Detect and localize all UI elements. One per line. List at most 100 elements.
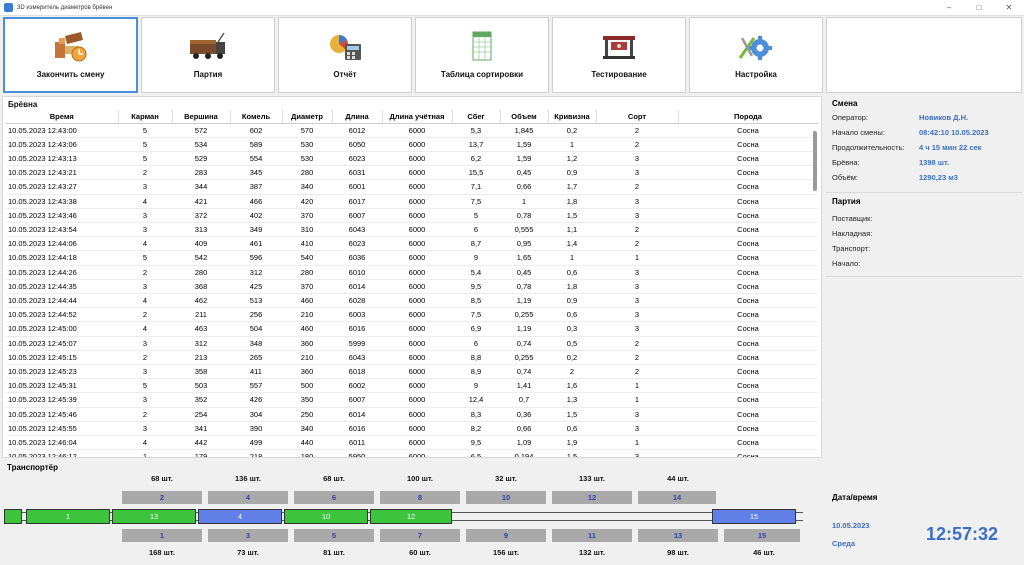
column-header[interactable]: Длина учётная <box>382 110 453 124</box>
table-row[interactable]: 10.05.2023 12:44:52 2 211 256 210 6003 6000 7,5… <box>6 307 818 323</box>
transport-label: Транспорт: <box>832 244 871 253</box>
testing-button[interactable]: Тестирование <box>552 17 686 93</box>
pocket-bottom[interactable]: 9 <box>466 529 546 542</box>
table-cell: 7,5 <box>452 307 500 323</box>
sorting-table-button[interactable]: Таблица сортировки <box>415 17 549 93</box>
table-cell: 6000 <box>382 137 452 152</box>
pocket-top[interactable]: 10 <box>466 491 546 504</box>
minimize-icon[interactable]: – <box>934 0 964 16</box>
pocket-top[interactable]: 6 <box>294 491 374 504</box>
table-cell: 6031 <box>332 165 382 181</box>
column-header[interactable]: Порода <box>678 110 818 124</box>
table-cell: 6014 <box>332 407 382 422</box>
pocket-bottom[interactable]: 5 <box>294 529 374 542</box>
pocket-bottom[interactable]: 3 <box>208 529 288 542</box>
table-row[interactable]: 10.05.2023 12:45:31 5 503 557 500 6002 6000 9 1,… <box>6 378 818 394</box>
logs-scrollbar[interactable] <box>812 123 818 453</box>
pocket-bottom[interactable]: 7 <box>380 529 460 542</box>
volume-label: Объём: <box>832 173 858 182</box>
table-row[interactable]: 10.05.2023 12:43:06 5 534 589 530 6050 6000 13,… <box>6 137 818 152</box>
table-cell: 1,5 <box>548 449 596 457</box>
table-cell: 10.05.2023 12:45:23 <box>6 364 118 380</box>
table-cell: 3 <box>596 265 678 280</box>
column-header[interactable]: Карман <box>118 110 173 124</box>
pocket-top[interactable]: 12 <box>552 491 632 504</box>
logs-scroll-thumb[interactable] <box>813 131 817 191</box>
column-header[interactable]: Сорт <box>596 110 679 124</box>
table-row[interactable]: 10.05.2023 12:43:00 5 572 602 570 6012 6000 5,3… <box>6 123 818 138</box>
table-cell: 0,3 <box>548 321 596 337</box>
table-row[interactable]: 10.05.2023 12:44:06 4 409 461 410 6023 6000 8,7… <box>6 236 818 252</box>
table-cell: 6000 <box>382 307 452 323</box>
close-icon[interactable]: ✕ <box>994 0 1024 16</box>
pocket-top[interactable]: 8 <box>380 491 460 504</box>
end-shift-button[interactable]: Закончить смену <box>3 17 138 93</box>
toolbar: Закончить смену Партия Отчёт Таблица сор… <box>0 16 1024 94</box>
conveyor-segment: 4 <box>198 509 282 524</box>
column-header[interactable]: Длина <box>332 110 383 124</box>
pocket-bottom[interactable]: 11 <box>552 529 632 542</box>
pocket-bottom[interactable]: 1 <box>122 529 202 542</box>
table-cell: 513 <box>230 293 282 309</box>
table-cell: 602 <box>230 123 282 138</box>
table-row[interactable]: 10.05.2023 12:45:00 4 463 504 460 6016 6000 6,9… <box>6 321 818 337</box>
column-header[interactable]: Сбег <box>452 110 501 124</box>
table-cell: 313 <box>172 222 230 238</box>
pocket-top[interactable]: 14 <box>638 491 716 504</box>
table-row[interactable]: 10.05.2023 12:43:38 4 421 466 420 6017 6000 7,5… <box>6 194 818 209</box>
conveyor-segment: 10 <box>284 509 368 524</box>
report-button[interactable]: Отчёт <box>278 17 412 93</box>
table-row[interactable]: 10.05.2023 12:45:46 2 254 304 250 6014 6000 8,3… <box>6 407 818 422</box>
table-cell: 0,6 <box>548 265 596 280</box>
table-cell: 256 <box>230 307 282 323</box>
maximize-icon[interactable]: □ <box>964 0 994 16</box>
table-cell: Сосна <box>678 208 818 223</box>
pocket-top[interactable]: 2 <box>122 491 202 504</box>
table-cell: 10.05.2023 12:43:21 <box>6 165 118 181</box>
table-row[interactable]: 10.05.2023 12:45:23 3 358 411 360 6018 6000 8,9… <box>6 364 818 380</box>
table-row[interactable]: 10.05.2023 12:46:12 1 179 218 180 5950 6000 6,5… <box>6 449 818 457</box>
pocket-bottom[interactable]: 13 <box>638 529 718 542</box>
table-cell: 6023 <box>332 151 382 167</box>
table-row[interactable]: 10.05.2023 12:43:13 5 529 554 530 6023 6000 6,2… <box>6 151 818 167</box>
table-row[interactable]: 10.05.2023 12:44:35 3 368 425 370 6014 6000 9,5… <box>6 279 818 294</box>
column-header[interactable]: Комель <box>230 110 283 124</box>
column-header[interactable]: Время <box>6 110 119 124</box>
settings-button[interactable]: Настройка <box>689 17 823 93</box>
table-cell: 312 <box>230 265 282 280</box>
table-cell: 2 <box>596 222 678 238</box>
table-cell: 6,9 <box>452 321 500 337</box>
table-row[interactable]: 10.05.2023 12:46:04 4 442 499 440 6011 6000 9,5… <box>6 435 818 451</box>
table-row[interactable]: 10.05.2023 12:43:27 3 344 387 340 6001 6000 7,1… <box>6 179 818 195</box>
table-row[interactable]: 10.05.2023 12:45:07 3 312 348 360 5999 6000 6 0,… <box>6 336 818 351</box>
batch-button[interactable]: Партия <box>141 17 275 93</box>
table-row[interactable]: 10.05.2023 12:44:26 2 280 312 280 6010 6000 5,4… <box>6 265 818 280</box>
table-row[interactable]: 10.05.2023 12:43:54 3 313 349 310 6043 6000 6 0,… <box>6 222 818 238</box>
table-cell: 10.05.2023 12:45:39 <box>6 392 118 408</box>
table-cell: 6028 <box>332 293 382 309</box>
table-cell: 6043 <box>332 350 382 365</box>
pocket-bottom[interactable]: 15 <box>724 529 800 542</box>
table-cell: 368 <box>172 279 230 294</box>
table-row[interactable]: 10.05.2023 12:44:18 5 542 596 540 6036 6000 9 1,… <box>6 250 818 266</box>
table-row[interactable]: 10.05.2023 12:45:39 3 352 426 350 6007 6000 12,… <box>6 392 818 408</box>
pocket-count: 98 шт. <box>667 548 689 557</box>
table-row[interactable]: 10.05.2023 12:45:55 3 341 390 340 6016 6000 8,2… <box>6 421 818 436</box>
pocket-top[interactable]: 4 <box>208 491 288 504</box>
table-row[interactable]: 10.05.2023 12:44:44 4 462 513 460 6028 6000 8,5… <box>6 293 818 309</box>
table-row[interactable]: 10.05.2023 12:45:15 2 213 265 210 6043 6000 8,8… <box>6 350 818 365</box>
duration-value: 4 ч 15 мин 22 сек <box>919 143 982 152</box>
column-header[interactable]: Диаметр <box>282 110 333 124</box>
table-cell: 6000 <box>382 222 452 238</box>
table-cell: 402 <box>230 208 282 223</box>
table-cell: 0,45 <box>500 265 548 280</box>
column-header[interactable]: Объем <box>500 110 549 124</box>
table-cell: 218 <box>230 449 282 457</box>
table-cell: 6023 <box>332 236 382 252</box>
column-header[interactable]: Вершина <box>172 110 231 124</box>
table-cell: 3 <box>118 421 172 436</box>
table-row[interactable]: 10.05.2023 12:43:46 3 372 402 370 6007 6000 5 0,… <box>6 208 818 223</box>
column-header[interactable]: Кривизна <box>548 110 597 124</box>
table-row[interactable]: 10.05.2023 12:43:21 2 283 345 280 6031 6000 15,… <box>6 165 818 181</box>
table-cell: 5 <box>118 151 172 167</box>
